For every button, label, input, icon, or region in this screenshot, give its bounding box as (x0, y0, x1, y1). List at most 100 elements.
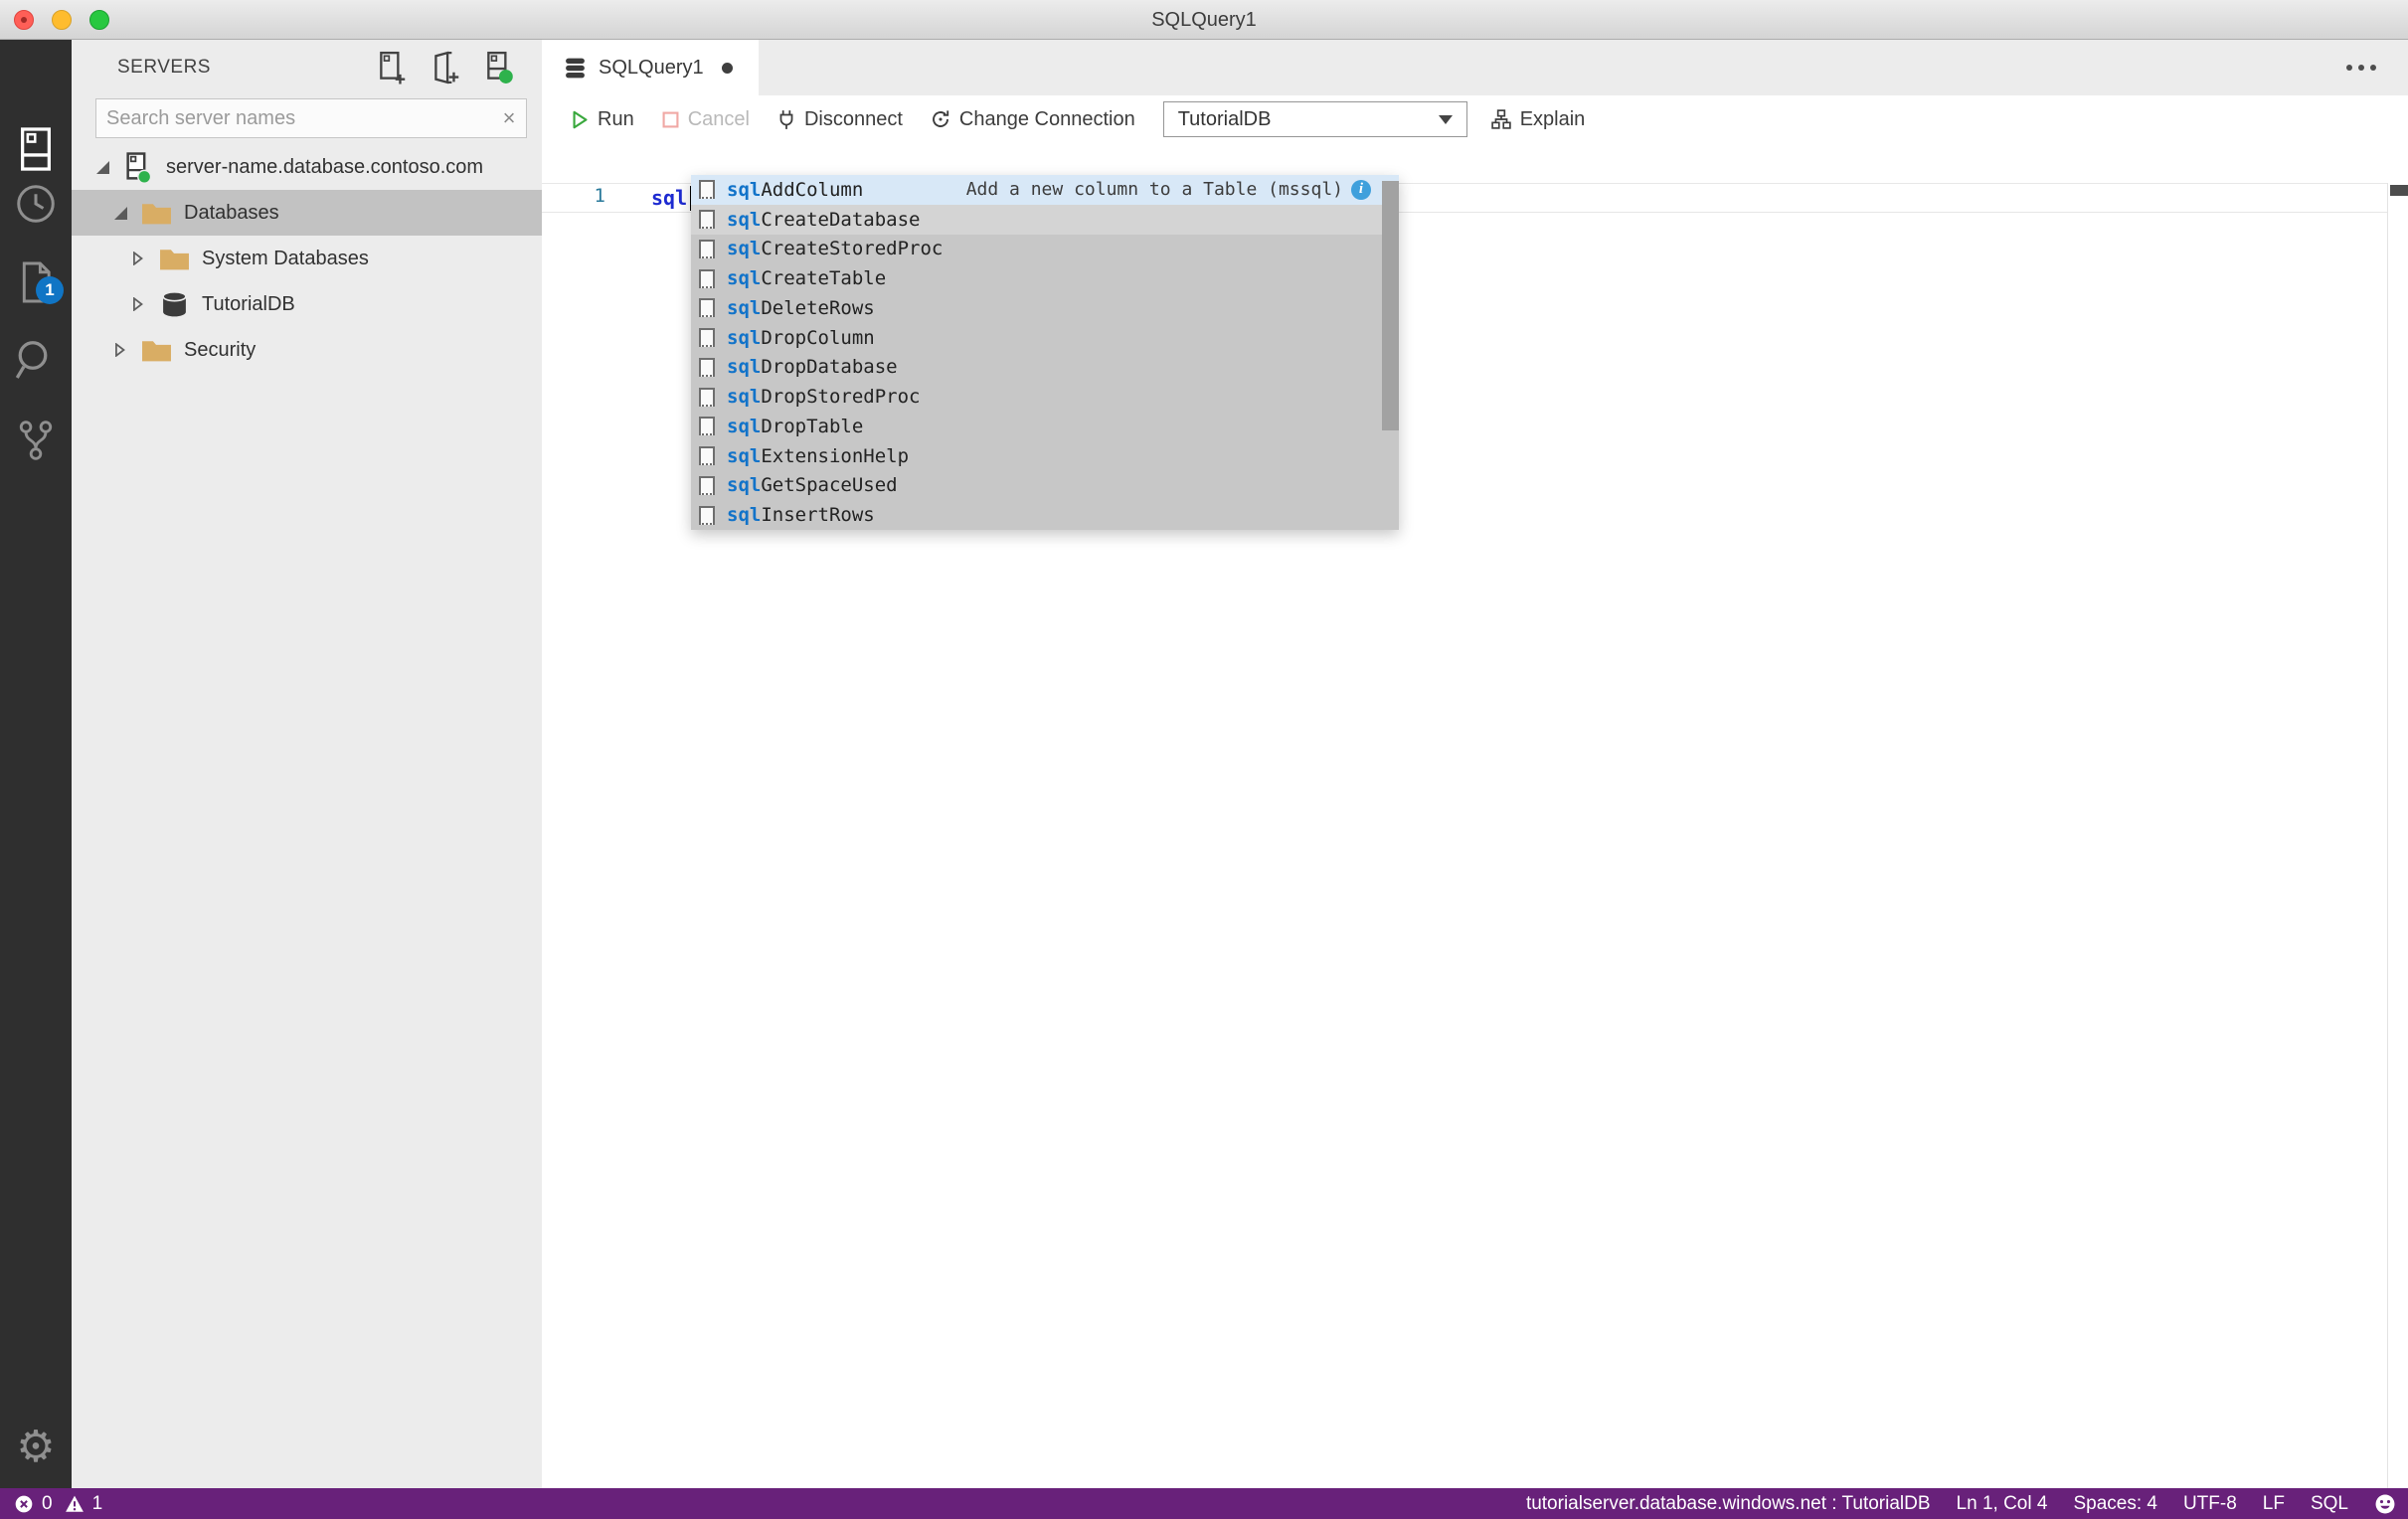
unsaved-changes-dot (721, 62, 733, 74)
suggest-item[interactable]: sqlCreateTable (691, 263, 1399, 293)
tree-item-tutorialdb[interactable]: TutorialDB (72, 281, 542, 327)
tree-item-label: Databases (184, 201, 279, 224)
warning-count: 1 (91, 1492, 103, 1514)
tree-item-label: server-name.database.contoso.com (166, 155, 484, 178)
status-bar: 0 1 tutorialserver.database.windows.net … (0, 1488, 2408, 1519)
tab-sqlquery1[interactable]: SQLQuery1 (542, 40, 759, 95)
new-server-group-icon (433, 51, 458, 84)
match-prefix: sql (727, 178, 762, 201)
database-dropdown-value: TutorialDB (1177, 107, 1272, 130)
suggest-scrollbar[interactable] (1382, 175, 1399, 530)
new-connection-button[interactable] (377, 51, 407, 84)
tab-title: SQLQuery1 (599, 56, 704, 79)
suggest-item[interactable]: sqlDropColumn (691, 323, 1399, 353)
suggest-item[interactable]: sqlDeleteRows (691, 293, 1399, 323)
tab-bar: SQLQuery1 (542, 40, 2408, 95)
suggest-item[interactable]: sqlGetSpaceUsed (691, 471, 1399, 501)
info-icon[interactable] (1351, 179, 1371, 200)
database-icon (158, 290, 190, 319)
suggest-item[interactable]: sqlCreateStoredProc (691, 235, 1399, 264)
suggest-item[interactable]: sqlDropStoredProc (691, 382, 1399, 412)
suggest-item[interactable]: sqlDropDatabase (691, 353, 1399, 383)
connection-status[interactable]: tutorialserver.database.windows.net : Tu… (1526, 1493, 1931, 1515)
active-connections-icon (486, 51, 513, 84)
snippet-icon (699, 417, 715, 436)
snippet-icon (699, 180, 715, 200)
collapse-twistie-icon[interactable] (112, 206, 128, 220)
suggest-label: DropDatabase (761, 356, 898, 379)
folder-icon (158, 247, 190, 271)
tree-item-databases[interactable]: Databases (72, 190, 542, 236)
servers-sidebar: SERVERS Search server names × server-nam… (72, 40, 542, 1488)
refresh-connection-icon (932, 110, 949, 127)
suggest-label: AddColumn (761, 178, 864, 201)
tree-item-security[interactable]: Security (72, 327, 542, 373)
suggest-item[interactable]: sqlExtensionHelp (691, 441, 1399, 471)
open-editors-badge: 1 (36, 276, 64, 304)
sidebar-title: SERVERS (117, 57, 211, 78)
snippet-icon (699, 357, 715, 377)
activity-bar: 1 ⚙ (0, 40, 72, 1488)
indentation-setting[interactable]: Spaces: 4 (2073, 1493, 2157, 1515)
tree-item-server[interactable]: server-name.database.contoso.com (72, 144, 542, 190)
server-search-box (95, 98, 527, 138)
chevron-down-icon (1438, 114, 1453, 124)
snippet-icon (699, 387, 715, 407)
query-file-icon (566, 58, 585, 78)
sidebar-header: SERVERS (72, 40, 542, 95)
feedback-button[interactable] (2374, 1493, 2396, 1515)
suggest-item[interactable]: sqlInsertRows (691, 500, 1399, 530)
tree-item-system-databases[interactable]: System Databases (72, 236, 542, 281)
suggest-item[interactable]: sqlCreateDatabase (691, 204, 1399, 235)
encoding-setting[interactable]: UTF-8 (2183, 1493, 2237, 1515)
suggest-label: GetSpaceUsed (761, 474, 898, 497)
gear-icon: ⚙ (16, 1423, 56, 1471)
suggest-item[interactable]: sqlAddColumn Add a new column to a Table… (691, 175, 1399, 205)
tree-item-label: System Databases (202, 247, 369, 269)
scroll-position-marker[interactable] (2390, 185, 2408, 196)
snippet-icon (699, 239, 715, 258)
servers-tree: server-name.database.contoso.com Databas… (72, 144, 542, 373)
tree-item-label: Security (184, 338, 257, 361)
smiley-icon (2375, 1494, 2395, 1513)
tree-item-label: TutorialDB (202, 292, 295, 315)
change-connection-button[interactable]: Change Connection (931, 108, 1135, 131)
more-actions-button[interactable] (2338, 54, 2384, 82)
new-server-group-button[interactable] (430, 51, 460, 84)
snippet-icon (699, 268, 715, 288)
app-window: SQLQuery1 1 ⚙ SERVERS Search server name… (0, 0, 2408, 1519)
database-dropdown[interactable]: TutorialDB (1162, 101, 1467, 137)
eol-setting[interactable]: LF (2263, 1493, 2285, 1515)
snippet-icon (699, 475, 715, 495)
window-title: SQLQuery1 (1151, 9, 1257, 31)
language-mode[interactable]: SQL (2311, 1493, 2348, 1515)
warning-icon (65, 1495, 84, 1512)
expand-twistie-icon[interactable] (130, 252, 146, 265)
collapse-twistie-icon[interactable] (94, 160, 110, 174)
explain-button[interactable]: Explain (1490, 108, 1585, 131)
task-history-tab[interactable] (0, 172, 72, 236)
problems-indicator[interactable]: 0 1 (14, 1493, 102, 1515)
expand-twistie-icon[interactable] (130, 297, 146, 311)
suggest-label: ExtensionHelp (761, 444, 910, 467)
suggest-label: CreateTable (761, 267, 887, 290)
clear-search-icon[interactable] (492, 105, 526, 131)
scrollbar-thumb[interactable] (1382, 181, 1399, 430)
settings-button[interactable]: ⚙ (0, 1416, 72, 1479)
expand-twistie-icon[interactable] (112, 343, 128, 357)
cancel-button[interactable]: Cancel (662, 108, 750, 131)
search-tab[interactable] (0, 328, 72, 392)
suggest-label: DropStoredProc (761, 386, 921, 409)
git-branch-icon (19, 421, 53, 460)
line-number: 1 (594, 185, 605, 207)
server-search-input[interactable] (96, 106, 492, 130)
open-editors-tab[interactable]: 1 (0, 251, 72, 314)
disconnect-button[interactable]: Disconnect (777, 108, 903, 131)
source-control-tab[interactable] (0, 409, 72, 472)
server-connected-icon (122, 151, 154, 183)
cursor-position[interactable]: Ln 1, Col 4 (1957, 1493, 2048, 1515)
suggest-item[interactable]: sqlDropTable (691, 412, 1399, 441)
run-button[interactable]: Run (572, 108, 634, 131)
ellipsis-icon (2346, 65, 2352, 71)
active-connections-button[interactable] (484, 51, 514, 84)
